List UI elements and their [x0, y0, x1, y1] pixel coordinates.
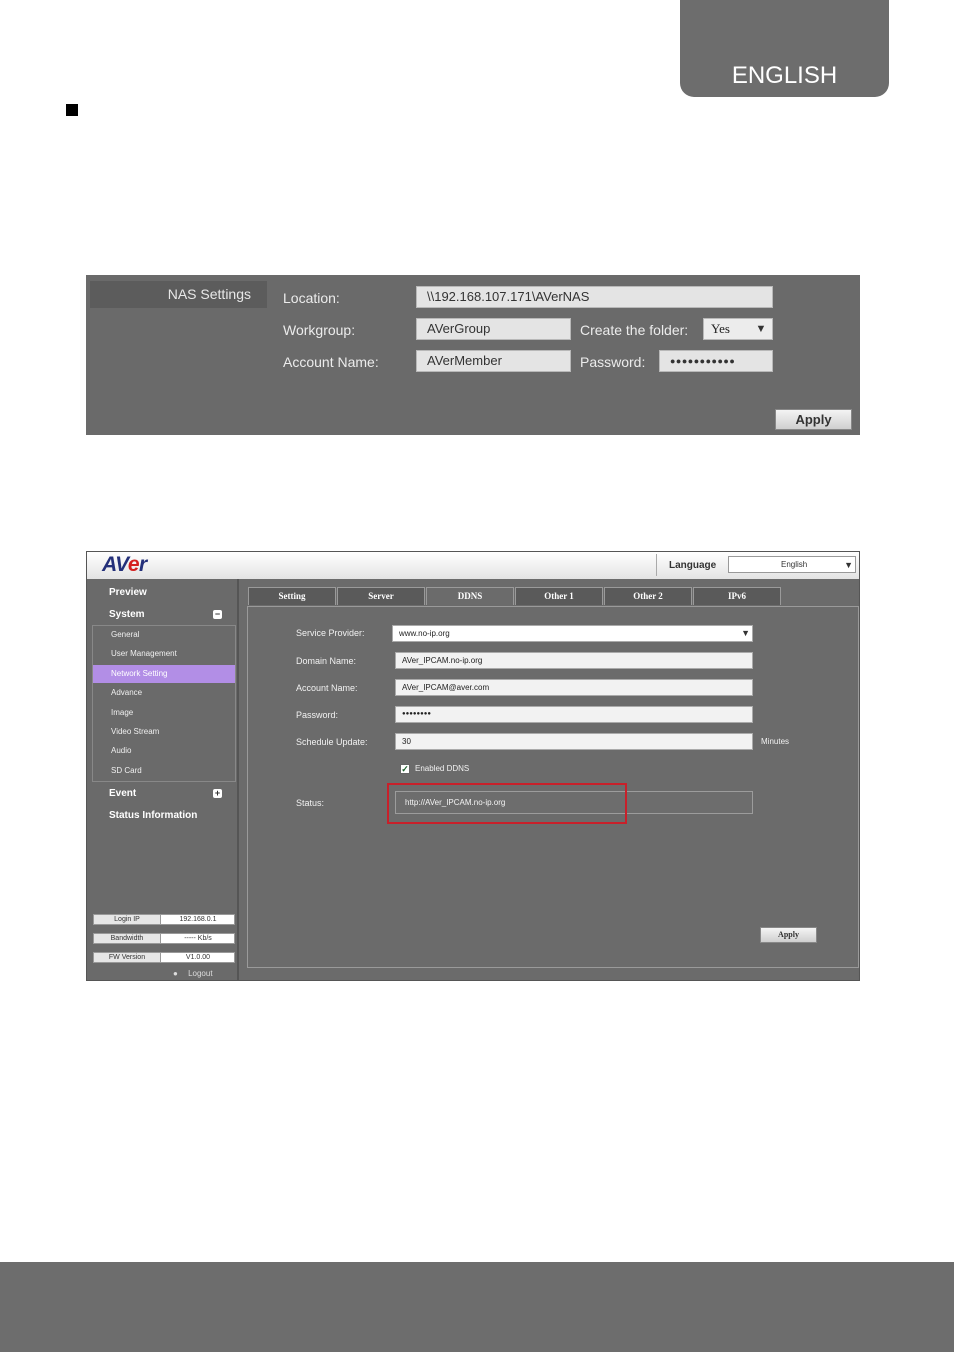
- sidebar-item-preview[interactable]: Preview: [109, 587, 147, 598]
- ddns-password-field[interactable]: ●●●●●●●●: [395, 706, 753, 723]
- aver-logo: AVer: [102, 553, 147, 576]
- language-selector: Language English ▼: [656, 554, 857, 576]
- sidebar-item-user-management[interactable]: User Management: [93, 645, 235, 663]
- login-ip-row: Login IP 192.168.0.1: [93, 914, 235, 925]
- sidebar: Preview System − General User Management…: [87, 579, 239, 980]
- nas-settings-panel: NAS Settings Location: \\192.168.107.171…: [86, 275, 860, 435]
- ddns-web-ui: AVer Language English ▼ Preview System −…: [86, 551, 860, 981]
- sidebar-item-event[interactable]: Event: [109, 788, 136, 799]
- workgroup-label: Workgroup:: [283, 322, 356, 338]
- language-tab: ENGLISH: [680, 0, 889, 97]
- sidebar-item-general[interactable]: General: [93, 626, 235, 644]
- ddns-account-name-label: Account Name:: [296, 683, 358, 693]
- nas-settings-title: NAS Settings: [90, 281, 267, 308]
- logout-link[interactable]: ● Logout: [173, 969, 213, 978]
- fw-version-value: V1.0.00: [185, 954, 211, 961]
- chevron-down-icon[interactable]: ▼: [844, 557, 853, 573]
- login-ip-label: Login IP: [94, 915, 161, 924]
- location-field[interactable]: \\192.168.107.171\AVerNAS: [416, 286, 773, 308]
- sidebar-item-system[interactable]: System: [109, 609, 145, 620]
- nas-apply-button[interactable]: Apply: [775, 409, 852, 430]
- ddns-apply-button[interactable]: Apply: [760, 927, 817, 943]
- bandwidth-row: Bandwidth ----- Kb/s: [93, 933, 235, 944]
- footer-band: [0, 1262, 954, 1352]
- password-field[interactable]: ●●●●●●●●●●●: [659, 350, 773, 372]
- language-value: English: [781, 560, 808, 569]
- service-provider-label: Service Provider:: [296, 628, 365, 638]
- enabled-ddns-label: Enabled DDNS: [415, 764, 470, 773]
- app-header: AVer Language English ▼: [87, 552, 859, 579]
- account-name-field[interactable]: AVerMember: [416, 350, 571, 372]
- system-submenu: General User Management Network Setting …: [92, 625, 236, 782]
- sidebar-item-image[interactable]: Image: [93, 704, 235, 722]
- workgroup-field[interactable]: AVerGroup: [416, 318, 571, 340]
- schedule-update-label: Schedule Update:: [296, 737, 368, 747]
- language-label: Language: [669, 560, 717, 571]
- schedule-unit-label: Minutes: [761, 737, 790, 746]
- service-provider-value: www.no-ip.org: [399, 629, 450, 638]
- password-label: Password:: [580, 354, 646, 370]
- fw-version-row: FW Version V1.0.00: [93, 952, 235, 963]
- sidebar-item-status-information[interactable]: Status Information: [109, 810, 197, 821]
- expand-icon[interactable]: +: [213, 789, 222, 798]
- ddns-account-name-field[interactable]: AVer_IPCAM@aver.com: [395, 679, 753, 696]
- tab-setting[interactable]: Setting: [248, 587, 336, 605]
- schedule-update-field[interactable]: 30: [395, 733, 753, 750]
- enabled-ddns-checkbox[interactable]: ✓: [400, 764, 410, 774]
- account-name-label: Account Name:: [283, 354, 379, 370]
- fw-version-label: FW Version: [94, 953, 161, 962]
- tab-other-1[interactable]: Other 1: [515, 587, 603, 605]
- bandwidth-label: Bandwidth: [94, 934, 161, 943]
- chevron-down-icon[interactable]: ▼: [741, 626, 750, 641]
- tab-other-2[interactable]: Other 2: [604, 587, 692, 605]
- collapse-icon[interactable]: −: [213, 610, 222, 619]
- status-label: Status:: [296, 798, 325, 808]
- domain-name-label: Domain Name:: [296, 656, 357, 666]
- location-label: Location:: [283, 290, 340, 306]
- sidebar-item-audio[interactable]: Audio: [93, 742, 235, 760]
- ddns-password-label: Password:: [296, 710, 339, 720]
- language-tab-label: ENGLISH: [731, 62, 838, 89]
- highlight-frame: [387, 783, 627, 824]
- sidebar-item-video-stream[interactable]: Video Stream: [93, 723, 235, 741]
- sidebar-item-advance[interactable]: Advance: [93, 684, 235, 702]
- create-folder-select[interactable]: Yes ▼: [703, 318, 773, 340]
- bullet-square-icon: [66, 104, 78, 116]
- tab-ipv6[interactable]: IPv6: [693, 587, 781, 605]
- tab-server[interactable]: Server: [337, 587, 425, 605]
- chevron-down-icon[interactable]: ▼: [752, 321, 770, 337]
- domain-name-field[interactable]: AVer_IPCAM.no-ip.org: [395, 652, 753, 669]
- sidebar-item-network-setting[interactable]: Network Setting: [93, 665, 235, 683]
- sidebar-item-sd-card[interactable]: SD Card: [93, 762, 235, 780]
- service-provider-select[interactable]: www.no-ip.org ▼: [392, 625, 753, 642]
- create-folder-value: Yes: [711, 321, 730, 336]
- tab-ddns[interactable]: DDNS: [426, 587, 514, 605]
- logout-label: Logout: [188, 969, 213, 978]
- bandwidth-value: ----- Kb/s: [184, 935, 212, 942]
- language-select[interactable]: English ▼: [728, 556, 856, 573]
- user-icon: ●: [173, 969, 178, 978]
- login-ip-value: 192.168.0.1: [179, 916, 217, 923]
- create-folder-label: Create the folder:: [580, 322, 689, 338]
